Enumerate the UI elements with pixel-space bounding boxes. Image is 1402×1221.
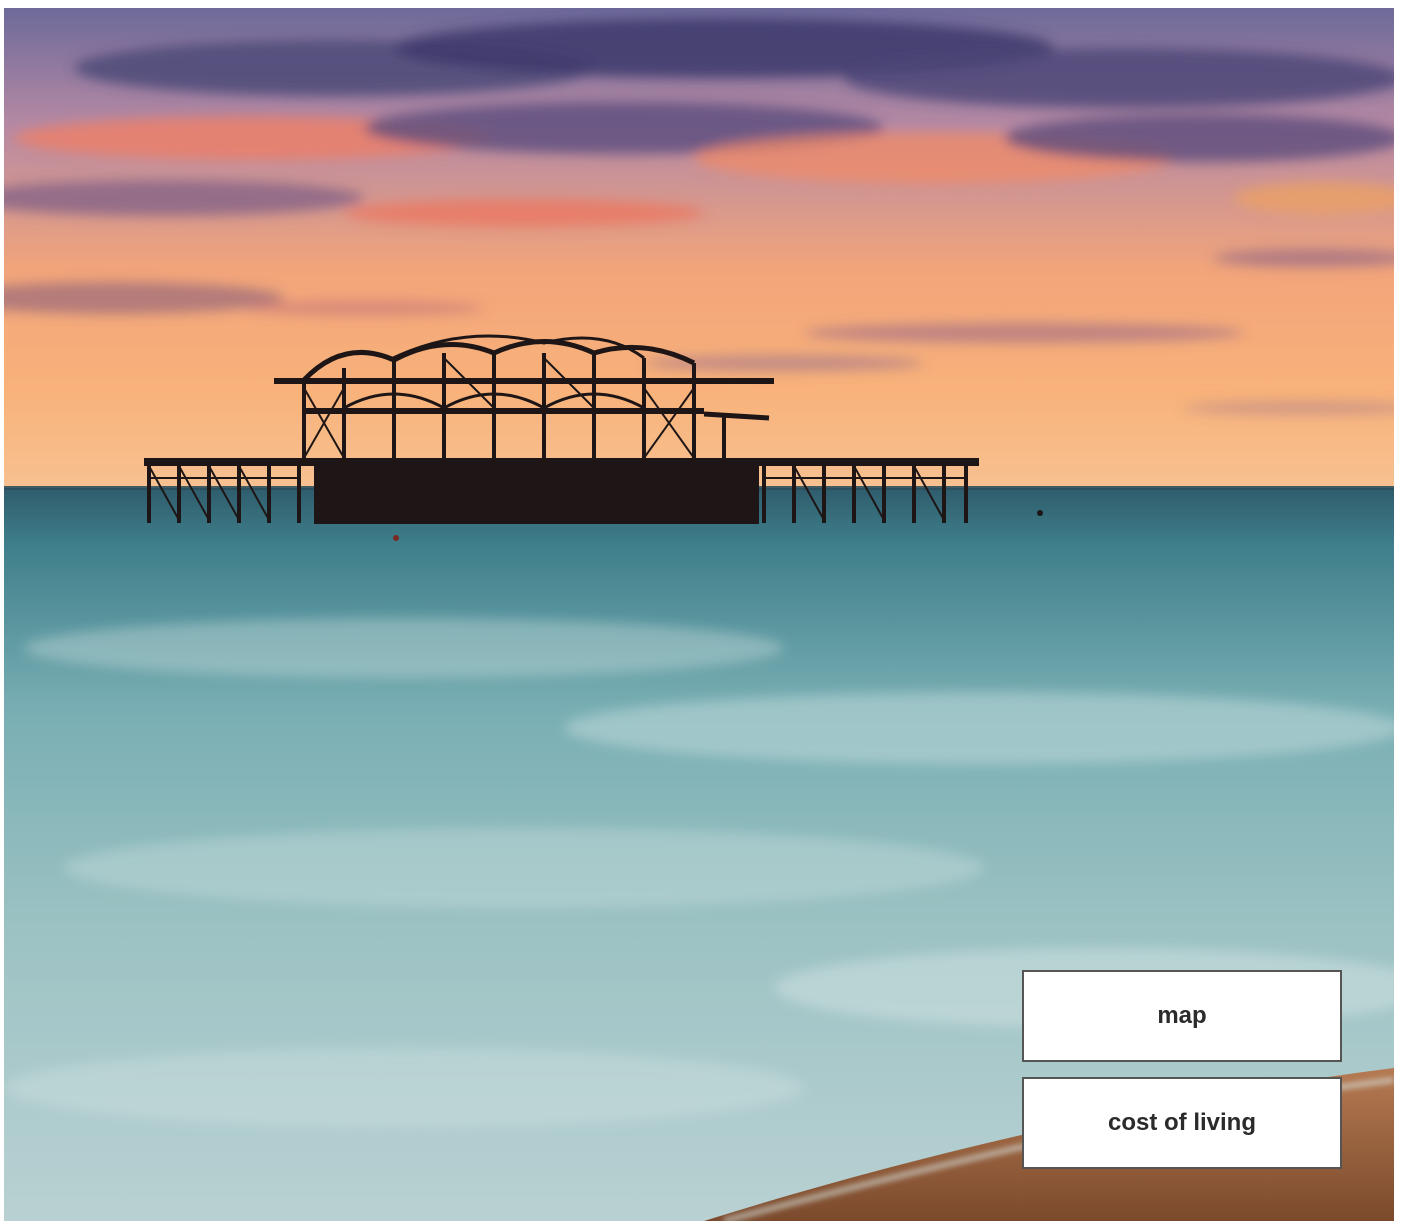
cost-of-living-button[interactable]: cost of living [1022,1077,1342,1169]
map-button[interactable]: map [1022,970,1342,1062]
cost-of-living-button-label: cost of living [1107,1109,1256,1136]
map-button-label: map [1157,1002,1207,1029]
